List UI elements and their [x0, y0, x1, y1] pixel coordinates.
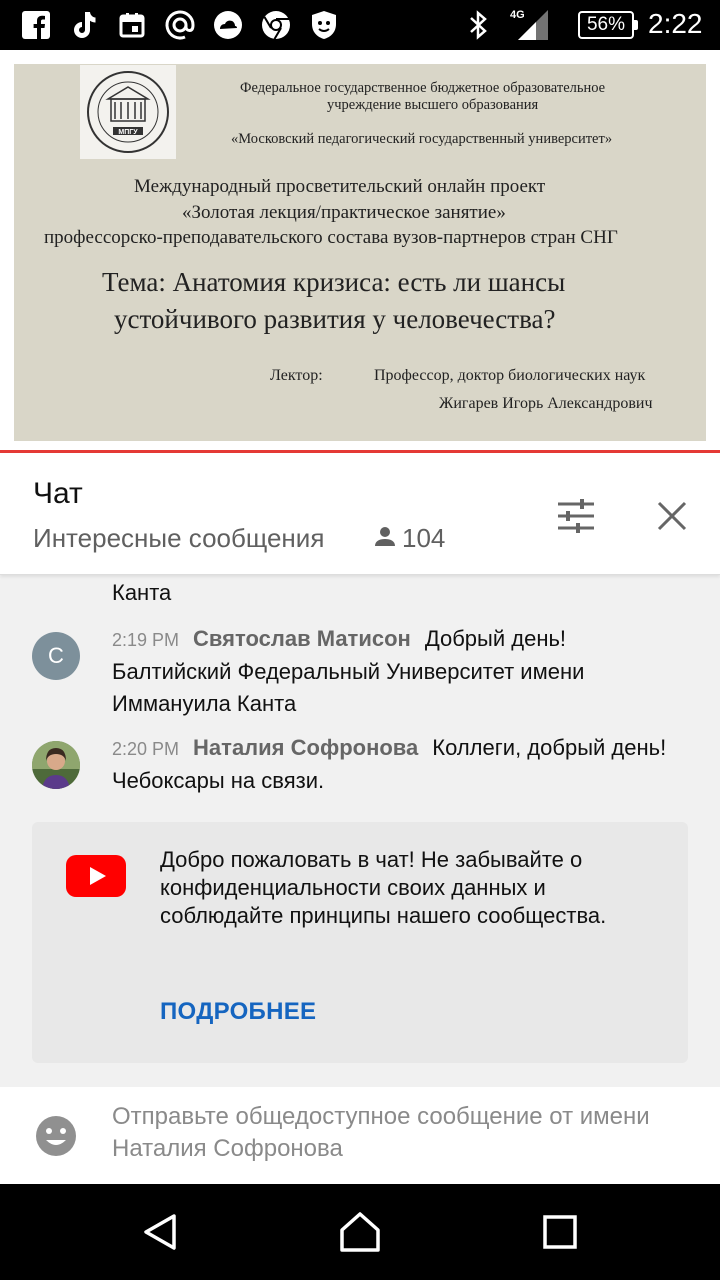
- shield-icon: [308, 9, 340, 41]
- message-content: 2:20 PM Наталия Софронова Коллеги, добрый …: [112, 732, 672, 797]
- avatar[interactable]: С: [32, 632, 80, 680]
- message-author[interactable]: Святослав Матисон: [193, 626, 411, 651]
- recents-button[interactable]: [530, 1202, 590, 1262]
- emoji-button[interactable]: [34, 1114, 78, 1158]
- at-sign-icon: [164, 9, 196, 41]
- close-icon: [657, 501, 687, 531]
- status-bar: 4G 56% 2:22: [0, 0, 720, 50]
- system-nav-bar: [0, 1184, 720, 1280]
- emoji-icon: [36, 1116, 76, 1156]
- chat-input-bar: Отправьте общедоступное сообщение от име…: [0, 1087, 720, 1184]
- calendar-icon: [116, 9, 148, 41]
- back-icon: [144, 1214, 176, 1250]
- slide-org-line: «Московский педагогический государственн…: [231, 131, 613, 147]
- slide-lecturer-name: Жигарев Игорь Александрович: [439, 395, 653, 412]
- university-logo: МПГУ: [80, 65, 176, 159]
- chrome-icon: [260, 9, 292, 41]
- welcome-card: Добро пожаловать в чат! Не забывайте о к…: [32, 822, 688, 1063]
- sliders-icon: [558, 499, 594, 533]
- battery-level: 56%: [586, 14, 626, 35]
- slide-project-line: Международный просветительский онлайн пр…: [134, 176, 546, 197]
- person-icon: [374, 523, 396, 554]
- message-time: 2:19 PM: [112, 630, 180, 650]
- battery-indicator: 56%: [578, 11, 638, 39]
- viewer-count-value: 104: [402, 523, 446, 553]
- slide-topic: устойчивого развития у человечества?: [114, 304, 556, 334]
- lecture-slide: МПГУ Федеральное государственное бюджетн…: [14, 64, 706, 441]
- clock: 2:22: [648, 8, 703, 39]
- avatar[interactable]: [32, 741, 80, 789]
- facebook-icon: [20, 9, 52, 41]
- slide-project-line: «Золотая лекция/практическое занятие»: [182, 202, 506, 223]
- message-fragment: Канта: [112, 580, 172, 605]
- cloud-icon: [212, 9, 244, 41]
- recents-icon: [543, 1215, 577, 1249]
- youtube-icon: [66, 855, 126, 897]
- svg-text:4G: 4G: [510, 9, 525, 21]
- message-author[interactable]: Наталия Софронова: [193, 735, 418, 760]
- chat-header: Чат Интересные сообщения 104: [0, 453, 720, 575]
- video-player[interactable]: МПГУ Федеральное государственное бюджетн…: [0, 50, 720, 453]
- slide-org-line: Федеральное государственное бюджетное об…: [240, 80, 606, 96]
- message-time: 2:20 PM: [112, 739, 180, 759]
- bluetooth-icon: [462, 9, 494, 41]
- chat-mode-selector[interactable]: Интересные сообщения: [33, 523, 324, 554]
- chat-message-input[interactable]: Отправьте общедоступное сообщение от име…: [112, 1101, 692, 1165]
- back-button[interactable]: [130, 1202, 190, 1262]
- slide-lecturer-title: Профессор, доктор биологических наук: [374, 367, 646, 384]
- slide-project-line: профессорско-преподавательского состава …: [44, 227, 618, 248]
- slide-lecturer-label: Лектор:: [270, 367, 323, 384]
- message-content: 2:19 PM Святослав Матисон Добрый день! Бал…: [112, 623, 672, 720]
- chat-settings-button[interactable]: [552, 492, 600, 540]
- tiktok-icon: [68, 9, 100, 41]
- home-button[interactable]: [330, 1202, 390, 1262]
- chat-messages[interactable]: Канта С 2:19 PM Святослав Матисон Добрый д…: [0, 575, 720, 1087]
- home-icon: [340, 1212, 380, 1252]
- learn-more-link[interactable]: ПОДРОБНЕЕ: [160, 998, 316, 1026]
- avatar-letter: С: [48, 643, 64, 668]
- welcome-message: Добро пожаловать в чат! Не забывайте о к…: [160, 847, 607, 928]
- slide-topic: Тема: Анатомия кризиса: есть ли шансы: [102, 267, 566, 297]
- close-chat-button[interactable]: [648, 492, 696, 540]
- signal-icon: 4G: [510, 9, 554, 41]
- chat-title: Чат: [33, 477, 83, 510]
- viewer-count: 104: [374, 523, 445, 554]
- slide-org-line: учреждение высшего образования: [327, 97, 539, 113]
- svg-text:МПГУ: МПГУ: [118, 129, 138, 136]
